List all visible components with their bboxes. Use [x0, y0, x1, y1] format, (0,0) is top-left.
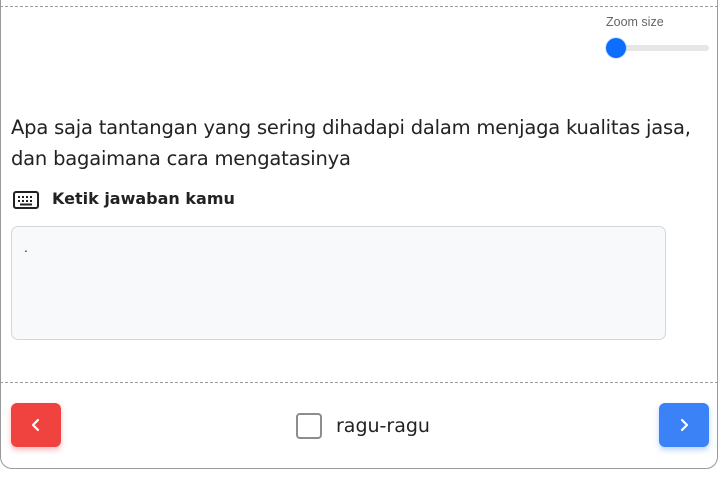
doubt-label: ragu-ragu	[336, 415, 430, 437]
doubt-toggle[interactable]: ragu-ragu	[296, 411, 430, 441]
doubt-checkbox[interactable]	[296, 413, 322, 439]
chevron-left-icon	[31, 418, 40, 432]
answer-label: Ketik jawaban kamu	[52, 189, 235, 208]
answer-textarea[interactable]	[11, 226, 666, 340]
zoom-slider-track[interactable]	[614, 45, 709, 51]
next-button[interactable]	[659, 403, 709, 447]
top-divider	[0, 6, 718, 7]
keyboard-icon	[13, 191, 39, 209]
previous-button[interactable]	[11, 403, 61, 447]
bottom-divider	[0, 382, 718, 383]
zoom-size-label: Zoom size	[606, 15, 664, 29]
zoom-slider-thumb[interactable]	[606, 38, 626, 58]
chevron-right-icon	[680, 418, 689, 432]
question-text: Apa saja tantangan yang sering dihadapi …	[11, 116, 691, 170]
